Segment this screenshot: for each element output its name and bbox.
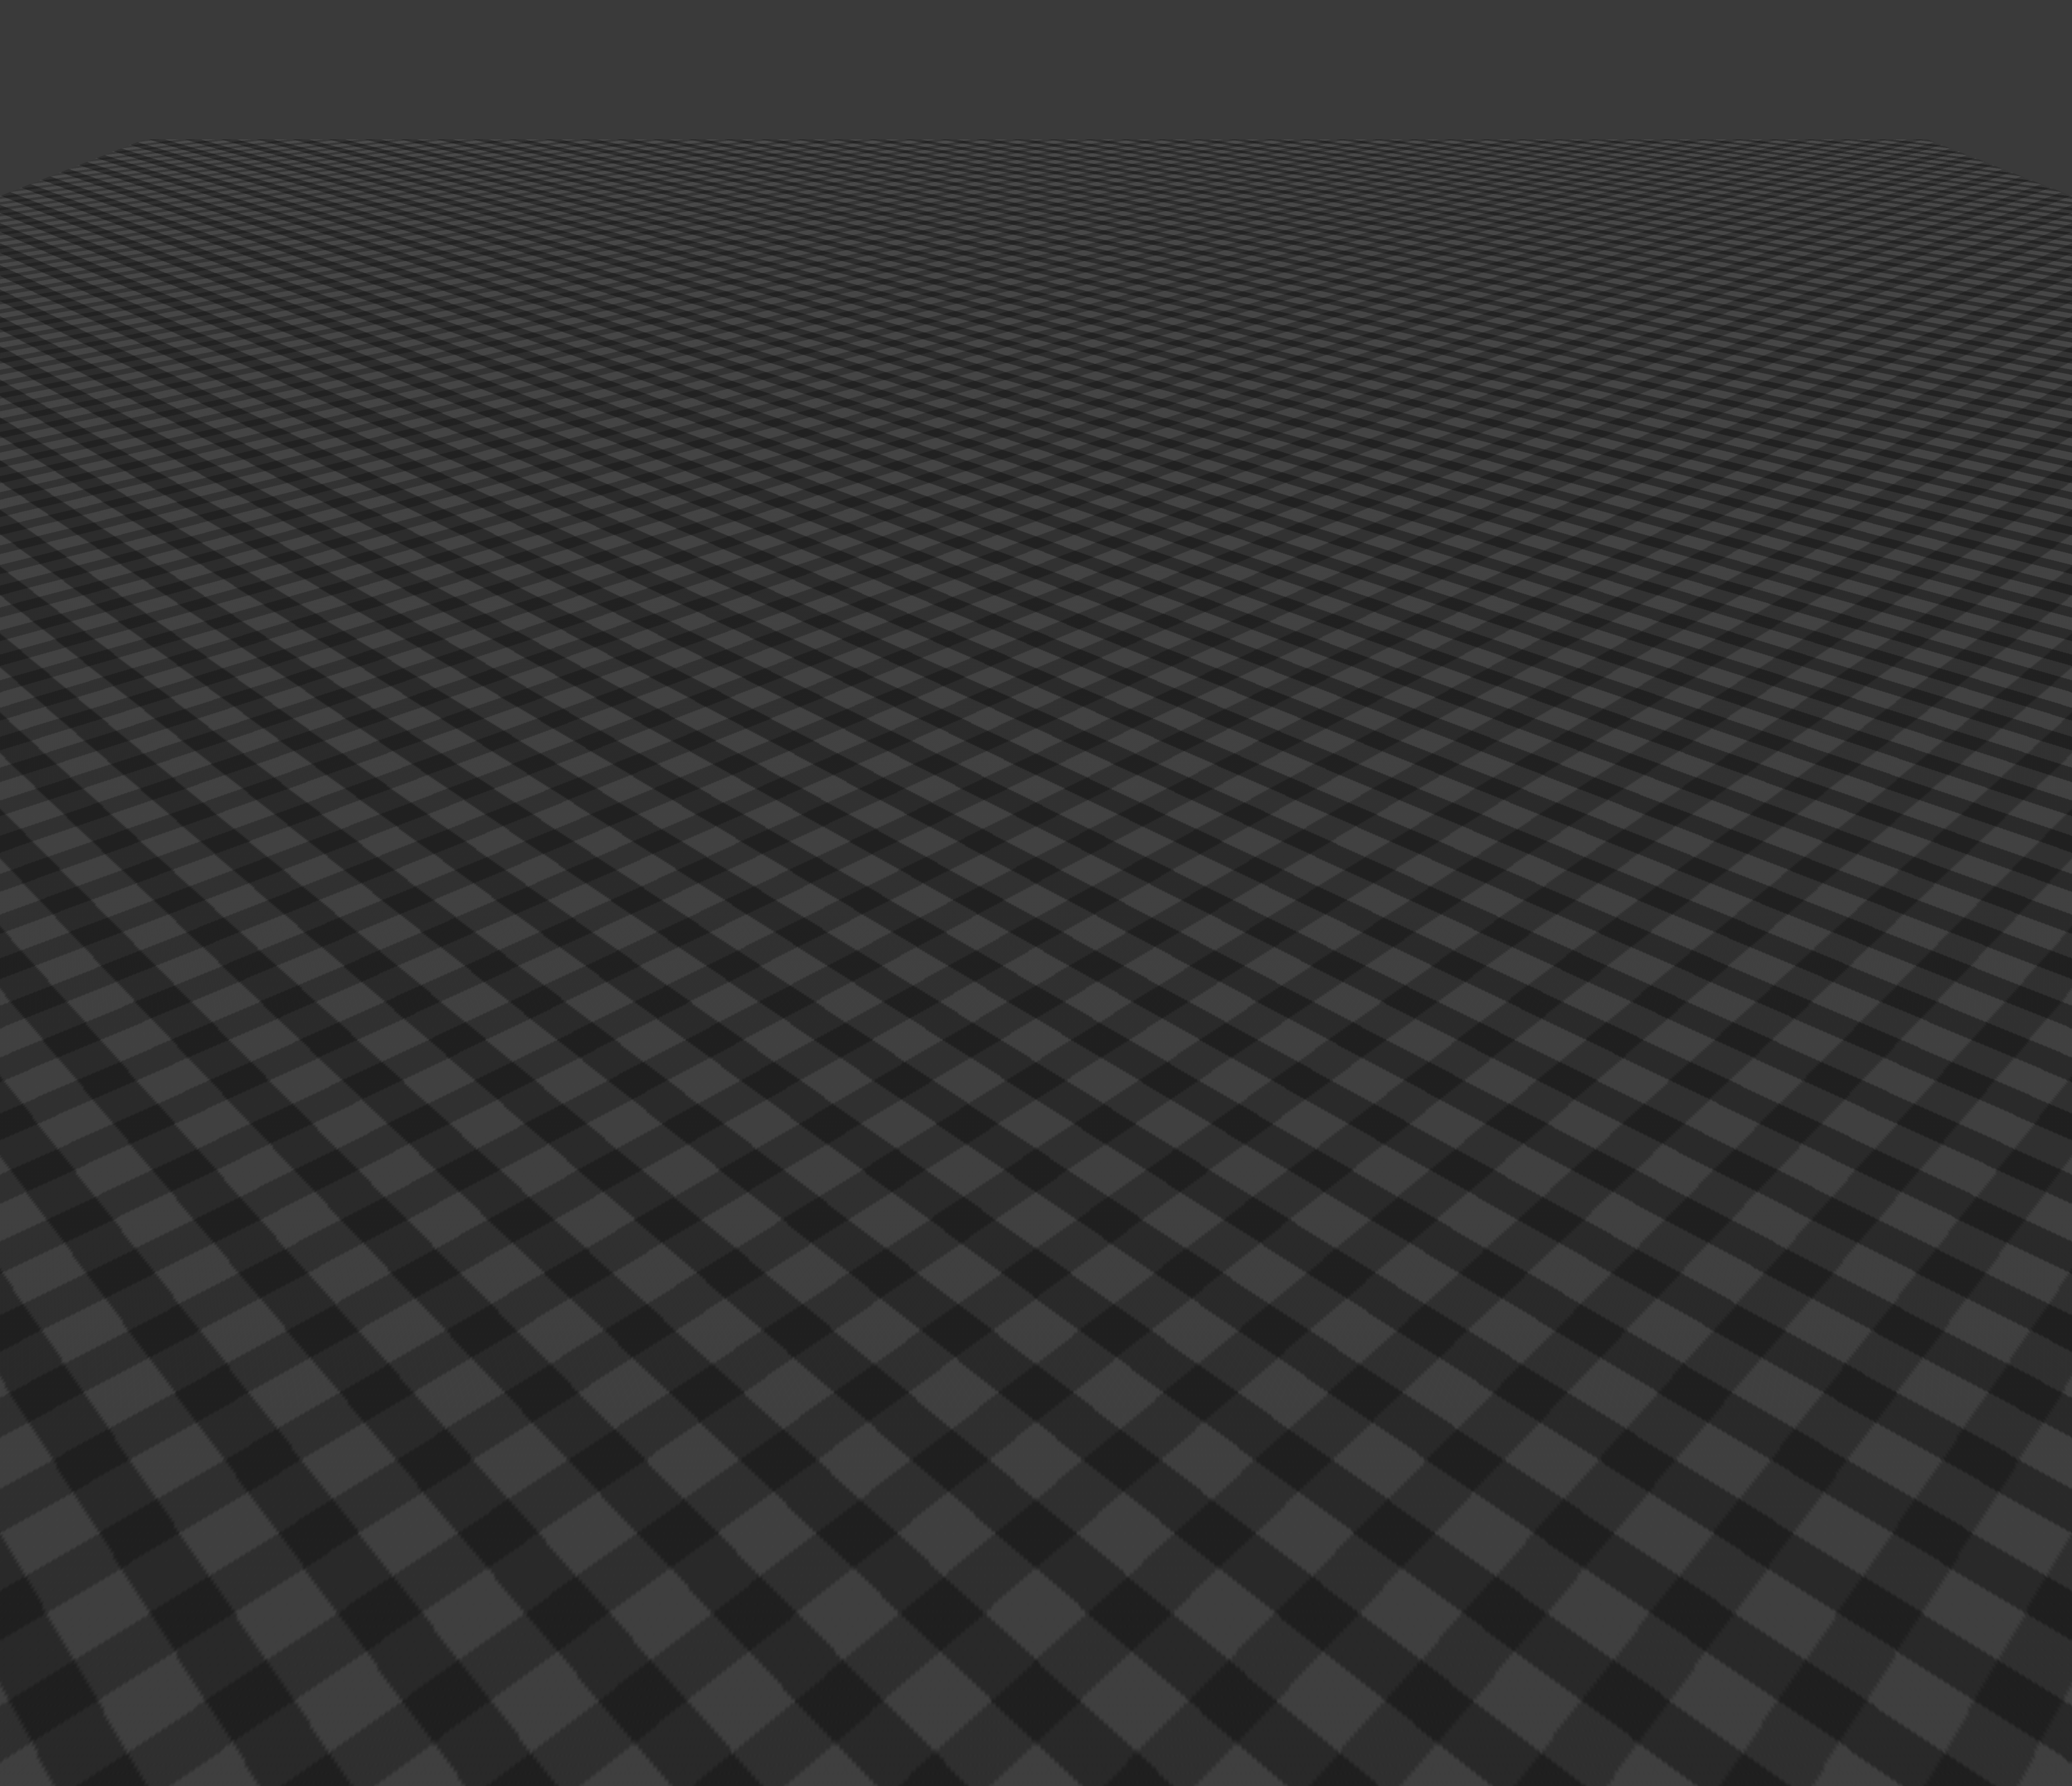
promo-banner: INCREASE TRUST & SHARE WITH CONFIDENCE W… xyxy=(875,351,1197,380)
footer-link-security[interactable]: Security xyxy=(1023,651,1055,661)
footer-link-status[interactable]: Status xyxy=(1063,651,1085,661)
nav-separator: | xyxy=(1213,262,1215,272)
chevron-right-icon xyxy=(1177,361,1184,370)
shield-check-icon xyxy=(883,360,895,372)
header: S Create Account | About | Sign In xyxy=(823,251,1249,283)
top-nav: Create Account | About | Sign In xyxy=(1106,262,1249,272)
language-select[interactable] xyxy=(1282,1521,1323,1544)
privacy-options-label: Privacy Options xyxy=(885,489,946,500)
sign-in-link[interactable]: Sign In xyxy=(1221,262,1249,272)
chevron-down-icon xyxy=(1308,1527,1316,1539)
background-pattern xyxy=(0,0,2072,139)
key-icon: 🔑 xyxy=(881,519,895,533)
create-secret-link-button[interactable]: Create a secret link* xyxy=(905,513,1197,540)
footer-link-privacy[interactable]: Privacy xyxy=(956,651,984,661)
hero: Paste a password, secret message or priv… xyxy=(804,299,1268,335)
theme-toggle-button[interactable] xyxy=(749,1525,765,1541)
chevron-down-icon xyxy=(1180,491,1187,498)
footer-link-terms[interactable]: Terms xyxy=(992,651,1015,661)
app-window: S Create Account | About | Sign In Paste… xyxy=(737,232,1335,1554)
chevron-down-icon xyxy=(1180,461,1187,467)
footer-link-pricing[interactable]: Pricing xyxy=(993,632,1019,642)
main-column: INCREASE TRUST & SHARE WITH CONFIDENCE W… xyxy=(875,351,1197,560)
page-title: Paste a password, secret message or priv… xyxy=(804,299,1268,317)
page-subtitle: Keep sensitive info out of your email an… xyxy=(804,324,1268,335)
footer-link-about[interactable]: About xyxy=(1093,651,1116,661)
nav-separator: | xyxy=(1175,262,1177,272)
feedback-row: Send Feedback xyxy=(875,592,1197,613)
footer-link-blog[interactable]: Blog xyxy=(966,632,984,642)
banner-left: INCREASE TRUST & SHARE WITH CONFIDENCE xyxy=(883,360,1079,372)
feedback-input[interactable] xyxy=(875,592,1120,613)
generate-key-button[interactable]: 🔑 xyxy=(875,513,901,540)
about-link[interactable]: About xyxy=(1183,262,1206,272)
translate-icon xyxy=(1289,1526,1300,1540)
moon-icon xyxy=(751,1526,763,1540)
version-label: v0.17.1 (fad4430e) xyxy=(758,676,1314,687)
link-preview-expander[interactable]: Link Preview xyxy=(875,451,1197,477)
bottom-bar xyxy=(749,1521,1323,1544)
send-feedback-button[interactable]: Send Feedback xyxy=(1120,592,1197,613)
footer-link-api[interactable]: API xyxy=(1063,632,1079,642)
footer-links: Blog| Pricing| GitHub| API| Docs Privacy… xyxy=(758,628,1314,665)
footer-link-github[interactable]: GitHub xyxy=(1028,632,1056,642)
footer-row-1: Blog| Pricing| GitHub| API| Docs xyxy=(758,628,1314,647)
banner-cta-label: With Custom Domains xyxy=(1097,362,1175,370)
footer-link-docs[interactable]: Docs xyxy=(1086,632,1106,642)
footnote: * A secret link only works once and then… xyxy=(875,549,1197,560)
action-row: 🔑 Create a secret link* xyxy=(875,513,1197,540)
custom-domains-button[interactable]: With Custom Domains xyxy=(1090,358,1189,374)
footer-row-2: Privacy| Terms| Security| Status| About xyxy=(758,647,1314,665)
logo[interactable]: S xyxy=(920,251,952,283)
secret-input[interactable] xyxy=(875,392,1197,442)
create-account-link[interactable]: Create Account xyxy=(1106,262,1168,272)
banner-text: INCREASE TRUST & SHARE WITH CONFIDENCE xyxy=(902,362,1079,370)
content-area: S Create Account | About | Sign In Paste… xyxy=(737,235,1335,1554)
link-preview-label: Link Preview xyxy=(885,459,936,469)
privacy-options-expander[interactable]: Privacy Options xyxy=(875,482,1197,507)
logo-letter: S xyxy=(929,256,942,278)
